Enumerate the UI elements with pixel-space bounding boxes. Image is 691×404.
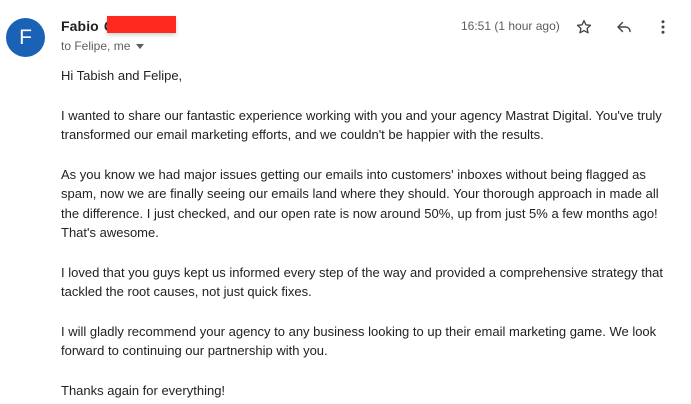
email-timestamp: 16:51 (1 hour ago) — [461, 19, 560, 33]
email-paragraph: I loved that you guys kept us informed e… — [61, 264, 663, 300]
more-options-button[interactable] — [653, 17, 673, 37]
email-body: Hi Tabish and Felipe, I wanted to share … — [61, 66, 671, 404]
star-outline-icon — [576, 19, 592, 34]
more-vert-icon — [661, 20, 665, 34]
email-signoff: Thanks again for everything! — [61, 382, 226, 398]
email-greeting: Hi Tabish and Felipe, — [61, 68, 183, 83]
recipients-line: to Felipe, me — [61, 39, 145, 53]
reply-button[interactable] — [614, 17, 634, 37]
recipients-text: to Felipe, me — [61, 39, 131, 53]
email-paragraph: As you know we had major issues getting … — [61, 166, 659, 241]
reply-arrow-icon — [617, 21, 631, 33]
sender-name[interactable]: Fabio — [61, 18, 99, 34]
redaction-box — [107, 16, 176, 33]
sender-avatar[interactable]: F — [6, 18, 45, 57]
star-button[interactable] — [574, 17, 594, 37]
email-paragraph: I wanted to share our fantastic experien… — [61, 107, 662, 143]
show-details-caret-icon[interactable] — [136, 43, 145, 49]
email-paragraph: I will gladly recommend your agency to a… — [61, 323, 657, 359]
avatar-letter: F — [19, 25, 32, 49]
email-view: F Fabio C to Felipe, me 16:51 (1 hour ag… — [0, 0, 691, 404]
